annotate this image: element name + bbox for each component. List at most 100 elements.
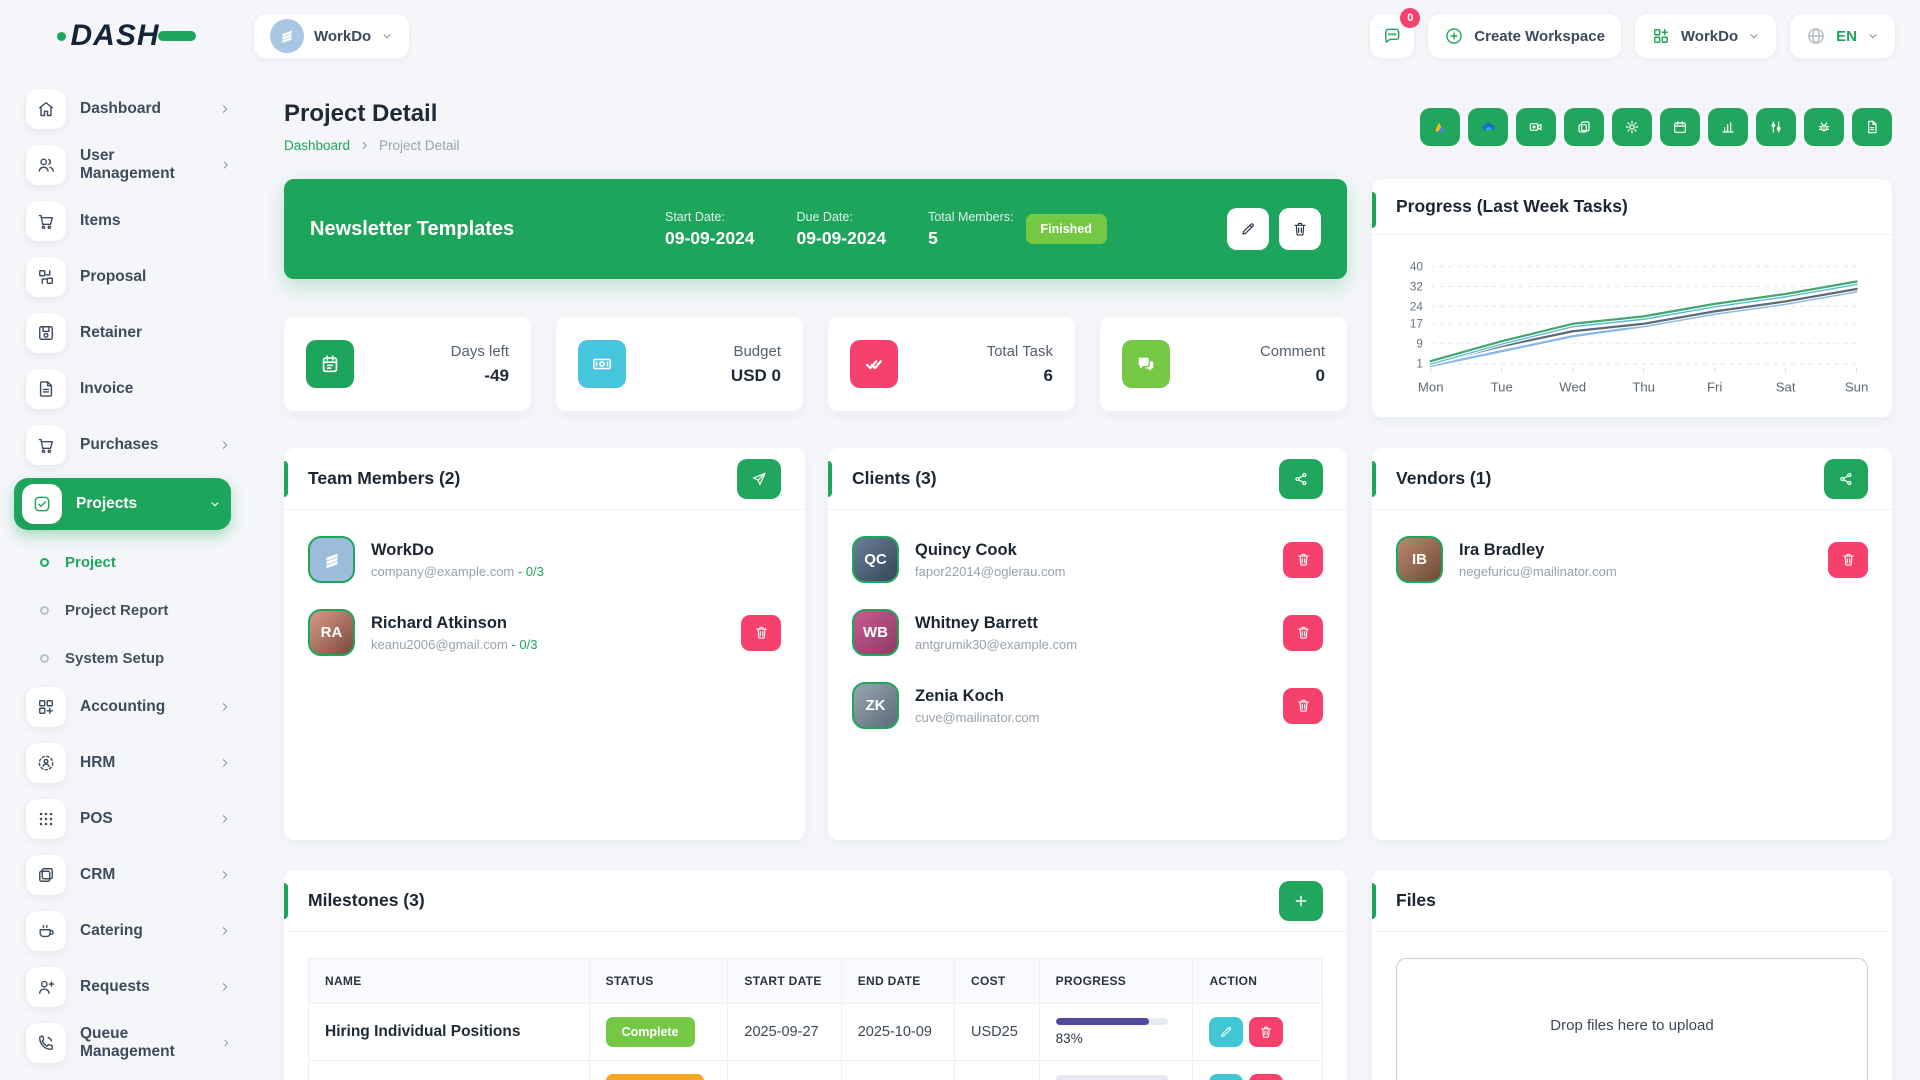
- chevron-right-icon: [219, 439, 231, 451]
- sidebar-subitem-label: System Setup: [65, 650, 164, 667]
- sidebar-subitem-system-setup[interactable]: System Setup: [40, 636, 231, 680]
- main-content: Project Detail Dashboard Project Detail …: [253, 72, 1920, 1080]
- sidebar-subitem-project-report[interactable]: Project Report: [40, 588, 231, 632]
- invite-member-button[interactable]: [737, 459, 781, 499]
- sliders-button[interactable]: [1756, 108, 1796, 146]
- project-banner: Newsletter Templates Start Date: 09-09-2…: [284, 179, 1347, 279]
- stat-label: Budget: [731, 343, 781, 360]
- share-vendors-button[interactable]: [1824, 459, 1868, 499]
- member-quota: - 0/3: [518, 564, 544, 579]
- member-email: keanu2006@gmail.com: [371, 637, 508, 652]
- add-milestone-button[interactable]: [1279, 881, 1323, 921]
- stat-value: 0: [1260, 366, 1325, 386]
- total-members-value: 5: [928, 228, 1013, 249]
- remove-client-button[interactable]: [1283, 615, 1323, 651]
- sidebar: Dashboard User Management Items Proposal…: [0, 72, 253, 1080]
- chevron-down-icon: [209, 498, 221, 510]
- sidebar-item-invoice[interactable]: Invoice: [26, 366, 231, 412]
- account-menu[interactable]: WorkDo: [1634, 13, 1777, 59]
- stat-value: -49: [451, 366, 509, 386]
- edit-milestone-button[interactable]: [1209, 1074, 1243, 1080]
- sidebar-item-queue-management[interactable]: Queue Management: [26, 1020, 231, 1066]
- column-header-end-date: End Date: [841, 959, 954, 1004]
- share-clients-button[interactable]: [1279, 459, 1323, 499]
- sidebar-item-label: Queue Management: [80, 1025, 207, 1061]
- svg-text:32: 32: [1410, 280, 1423, 293]
- sidebar-item-label: HRM: [80, 754, 115, 772]
- avatar: QC: [852, 536, 899, 583]
- double-check-icon: [850, 340, 898, 388]
- chevron-down-icon: [1867, 30, 1879, 42]
- remove-member-button[interactable]: [741, 615, 781, 651]
- status-badge: Finished: [1026, 214, 1107, 244]
- sidebar-item-label: Accounting: [80, 698, 165, 716]
- export-file-button[interactable]: [1852, 108, 1892, 146]
- messages-button[interactable]: 0: [1369, 13, 1415, 59]
- copy-button[interactable]: [1564, 108, 1604, 146]
- document-icon: [26, 369, 66, 409]
- svg-text:17: 17: [1410, 318, 1423, 331]
- topbar: DASH WorkDo 0 Create Workspace: [0, 0, 1920, 72]
- sidebar-item-proposal[interactable]: Proposal: [26, 254, 231, 300]
- card-title: Milestones (3): [308, 890, 425, 911]
- sidebar-item-label: Requests: [80, 978, 150, 996]
- sidebar-item-crm[interactable]: CRM: [26, 852, 231, 898]
- gdrive-button[interactable]: [1420, 108, 1460, 146]
- client-email: antgrumik30@example.com: [915, 637, 1077, 652]
- sidebar-item-hrm[interactable]: HRM: [26, 740, 231, 786]
- project-title: Newsletter Templates: [310, 218, 665, 241]
- chevron-right-icon: [219, 701, 231, 713]
- milestone-cost: USD30: [955, 1061, 1040, 1080]
- progress-line-chart: 4032241791MonTueWedThuFriSatSun: [1382, 243, 1878, 411]
- onedrive-button[interactable]: [1468, 108, 1508, 146]
- chevron-right-icon: [219, 925, 231, 937]
- sidebar-subitem-project[interactable]: Project: [40, 540, 231, 584]
- sidebar-subitem-label: Project: [65, 554, 116, 571]
- language-selector[interactable]: EN: [1789, 13, 1896, 59]
- grid-plus-icon: [1651, 26, 1671, 46]
- stat-comment: Comment 0: [1100, 317, 1347, 411]
- sidebar-item-pos[interactable]: POS: [26, 796, 231, 842]
- svg-text:9: 9: [1416, 338, 1423, 351]
- sidebar-item-projects[interactable]: Projects: [14, 478, 231, 530]
- sidebar-item-accounting[interactable]: Accounting: [26, 684, 231, 730]
- remove-vendor-button[interactable]: [1828, 542, 1868, 578]
- video-plus-button[interactable]: [1516, 108, 1556, 146]
- cart-icon: [26, 201, 66, 241]
- remove-client-button[interactable]: [1283, 688, 1323, 724]
- phone-icon: [26, 1023, 66, 1063]
- file-dropzone[interactable]: Drop files here to upload: [1396, 958, 1868, 1080]
- sidebar-item-catering[interactable]: Catering: [26, 908, 231, 954]
- svg-text:Thu: Thu: [1632, 379, 1655, 394]
- delete-project-button[interactable]: [1279, 208, 1321, 250]
- create-workspace-button[interactable]: Create Workspace: [1427, 13, 1622, 59]
- check-square-icon: [22, 484, 62, 524]
- edit-milestone-button[interactable]: [1209, 1017, 1243, 1047]
- workspace-selector[interactable]: WorkDo: [253, 13, 410, 59]
- sidebar-item-requests[interactable]: Requests: [26, 964, 231, 1010]
- milestone-start-date: 2025-10-10: [728, 1061, 841, 1080]
- sidebar-item-label: Projects: [76, 495, 137, 513]
- sidebar-item-dashboard[interactable]: Dashboard: [26, 86, 231, 132]
- breadcrumb-dashboard-link[interactable]: Dashboard: [284, 138, 350, 153]
- sidebar-item-items[interactable]: Items: [26, 198, 231, 244]
- sidebar-item-purchases[interactable]: Purchases: [26, 422, 231, 468]
- calendar-button[interactable]: [1660, 108, 1700, 146]
- client-row: QC Quincy Cook fapor22014@oglerau.com: [852, 536, 1323, 583]
- sidebar-item-user-management[interactable]: User Management: [26, 142, 231, 188]
- progress-chart-card: Progress (Last Week Tasks) 4032241791Mon…: [1372, 179, 1892, 417]
- bug-button[interactable]: [1804, 108, 1844, 146]
- dots-grid-icon: [26, 799, 66, 839]
- delete-milestone-button[interactable]: [1249, 1074, 1283, 1080]
- column-header-action: Action: [1193, 959, 1323, 1004]
- edit-project-button[interactable]: [1227, 208, 1269, 250]
- chart-button[interactable]: [1708, 108, 1748, 146]
- chevron-right-icon: [219, 813, 231, 825]
- stat-value: USD 0: [731, 366, 781, 386]
- chevron-right-icon: [220, 159, 231, 171]
- delete-milestone-button[interactable]: [1249, 1017, 1283, 1047]
- column-header-cost: Cost: [955, 959, 1040, 1004]
- remove-client-button[interactable]: [1283, 542, 1323, 578]
- sidebar-item-retainer[interactable]: Retainer: [26, 310, 231, 356]
- settings-button[interactable]: [1612, 108, 1652, 146]
